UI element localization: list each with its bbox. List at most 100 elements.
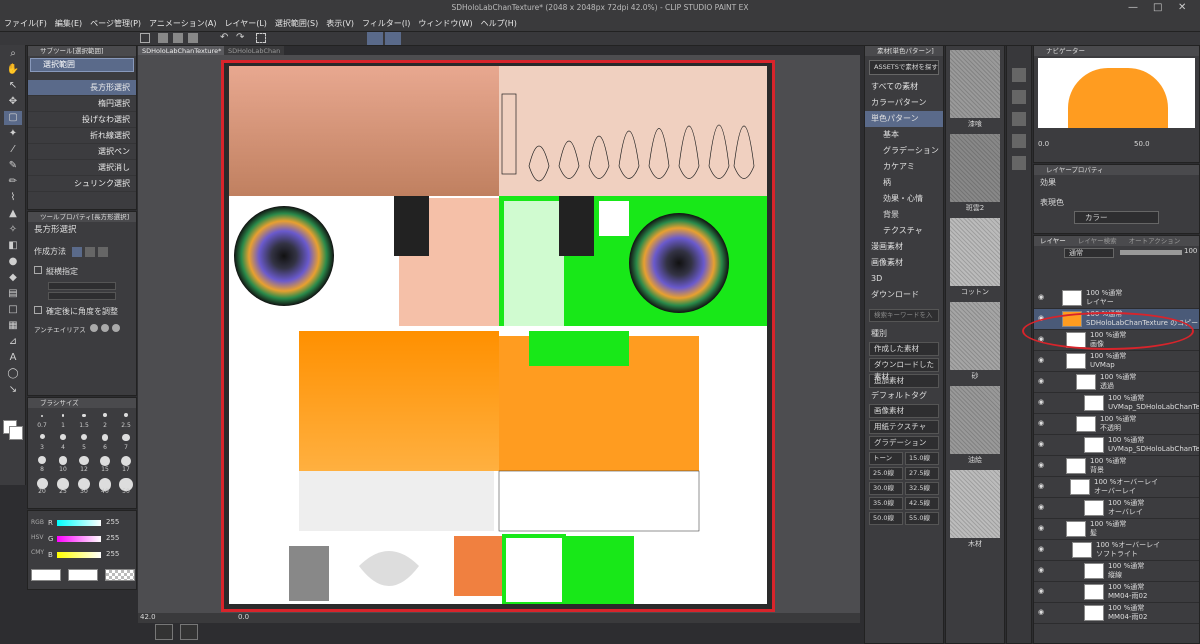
brush-size-option[interactable]: 8 [32,456,52,477]
eye-icon[interactable]: ◉ [1038,356,1048,364]
snap-special-icon[interactable] [385,32,401,45]
opacity-value[interactable]: 100 [1184,247,1197,255]
layer-row[interactable]: ◉ 100 %通常 縦線 [1034,561,1199,582]
material-tree-item[interactable]: 柄 [865,175,943,191]
auto-select-icon[interactable]: ✦ [4,127,22,141]
frame-icon[interactable]: ▦ [4,319,22,333]
antialias-strong-icon[interactable] [111,324,120,332]
brush-size-option[interactable]: 2 [95,412,115,433]
r-slider[interactable] [57,520,101,526]
tone-tag-button[interactable]: 42.5線 [905,497,939,510]
brush-size-option[interactable]: 0.7 [32,412,52,433]
material-tree-item[interactable]: カケアミ [865,159,943,175]
r-value[interactable]: 255 [106,518,119,526]
material-tree-item[interactable]: 3D [865,271,943,287]
material-tree-item[interactable]: 画像素材 [865,255,943,271]
eraser-icon[interactable]: ◧ [4,239,22,253]
snap-ruler-icon[interactable] [367,32,383,45]
open-icon[interactable] [173,33,183,43]
menu-animation[interactable]: アニメーション(A) [145,16,220,31]
app-icon[interactable] [140,33,150,43]
eye-icon[interactable]: ◉ [1038,503,1048,511]
ruler-icon[interactable]: ⊿ [4,335,22,349]
material-tree-item[interactable]: 漫画素材 [865,239,943,255]
navigator-preview[interactable] [1038,58,1195,128]
eye-icon[interactable]: ◉ [1038,566,1048,574]
opacity-slider[interactable] [1120,250,1182,255]
create-mode-sub-icon[interactable] [98,246,108,257]
create-mode-new-icon[interactable] [72,246,82,257]
material-thumb[interactable]: 砂 [950,302,1000,382]
aspect-height-field[interactable] [48,292,116,300]
tone-tag-button[interactable]: トーン [869,452,903,465]
subtool-selection-pen[interactable]: 選択ペン [28,144,136,160]
panel-toggle-icon[interactable] [1012,90,1026,104]
tab-layer-search[interactable]: レイヤー検索 [1072,237,1123,245]
sub-color-swatch[interactable] [9,426,23,440]
brush-size-option[interactable]: 15 [95,456,115,477]
material-search-input[interactable]: 検索キーワードを入 [869,309,939,322]
text-icon[interactable]: A [4,351,22,365]
brush-size-option[interactable]: 12 [74,456,94,477]
menu-page[interactable]: ページ管理(P) [86,16,145,31]
subtool-lasso-select[interactable]: 投げなわ選択 [28,112,136,128]
layer-row[interactable]: ◉ 100 %通常髪 [1034,519,1199,540]
tone-tag-button[interactable]: 35.0線 [869,497,903,510]
material-thumb[interactable]: 油絵 [950,386,1000,466]
brush-icon[interactable]: ⌇ [4,191,22,205]
angle-checkbox[interactable] [34,306,42,314]
material-tree-item[interactable]: 効果・心情 [865,191,943,207]
subtool-rect-select[interactable]: 長方形選択 [28,80,136,96]
menu-selection[interactable]: 選択範囲(S) [271,16,322,31]
subtool-polyline-select[interactable]: 折れ線選択 [28,128,136,144]
expression-select[interactable]: カラー [1074,211,1159,224]
menu-filter[interactable]: フィルター(I) [358,16,414,31]
material-tree-item[interactable]: 単色パターン [865,111,943,127]
minimize-button[interactable]: — [1128,2,1138,13]
material-tree-item[interactable]: テクスチャ [865,223,943,239]
eye-icon[interactable]: ◉ [1038,545,1048,553]
figure-icon[interactable]: □ [4,303,22,317]
brush-size-option[interactable]: 3 [32,434,52,455]
subtool-ellipse-select[interactable]: 楕円選択 [28,96,136,112]
blend-mode-select[interactable]: 通常 [1064,248,1114,258]
brush-size-option[interactable]: 5 [74,434,94,455]
correct-line-icon[interactable]: ↘ [4,383,22,397]
tone-tag-button[interactable]: 50.0線 [869,512,903,525]
fill-icon[interactable]: ◆ [4,271,22,285]
layer-row[interactable]: ◉ 100 %通常 UVMap [1034,351,1199,372]
material-tree-item[interactable]: カラーパターン [865,95,943,111]
brush-size-option[interactable]: 6 [95,434,115,455]
material-tree-item[interactable]: ダウンロード [865,287,943,303]
create-mode-add-icon[interactable] [85,246,95,257]
eye-icon[interactable]: ◉ [1038,587,1048,595]
layer-row[interactable]: ◉ 100 %通常 レイヤー [1034,288,1199,309]
kind-added[interactable]: 追加素材 [869,374,939,388]
sub-color-chip[interactable] [68,569,98,581]
tone-tag-button[interactable]: 15.0線 [905,452,939,465]
eye-icon[interactable]: ◉ [1038,440,1048,448]
layer-row[interactable]: ◉ 100 %オーバーレイ ソフトライト [1034,540,1199,561]
b-value[interactable]: 255 [106,550,119,558]
kind-created[interactable]: 作成した素材 [869,342,939,356]
eye-icon[interactable]: ◉ [1038,419,1048,427]
menu-file[interactable]: ファイル(F) [0,16,51,31]
eyedropper-icon[interactable]: ⁄ [4,143,22,157]
undo-icon[interactable]: ↶ [220,32,228,43]
antialias-weak-icon[interactable] [100,324,109,332]
tone-tag-button[interactable]: 25.0線 [869,467,903,480]
tag-paper-texture[interactable]: 用紙テクスチャ [869,420,939,434]
operation-icon[interactable]: ↖ [4,79,22,93]
brush-size-option[interactable]: 7 [116,434,136,455]
hand-icon[interactable]: ✋ [4,63,22,77]
eye-icon[interactable]: ◉ [1038,524,1048,532]
material-tree-item[interactable]: グラデーション [865,143,943,159]
gradient-icon[interactable]: ▤ [4,287,22,301]
new-icon[interactable] [158,33,168,43]
texture-canvas[interactable] [229,66,767,604]
layer-row[interactable]: ◉ 100 %通常UVMap_SDHoloLabChanTexture [1034,393,1199,414]
tone-tag-button[interactable]: 32.5線 [905,482,939,495]
tone-tag-button[interactable]: 30.0線 [869,482,903,495]
subtool-shrink-select[interactable]: シュリンク選択 [28,176,136,192]
tone-tag-button[interactable]: 55.0線 [905,512,939,525]
